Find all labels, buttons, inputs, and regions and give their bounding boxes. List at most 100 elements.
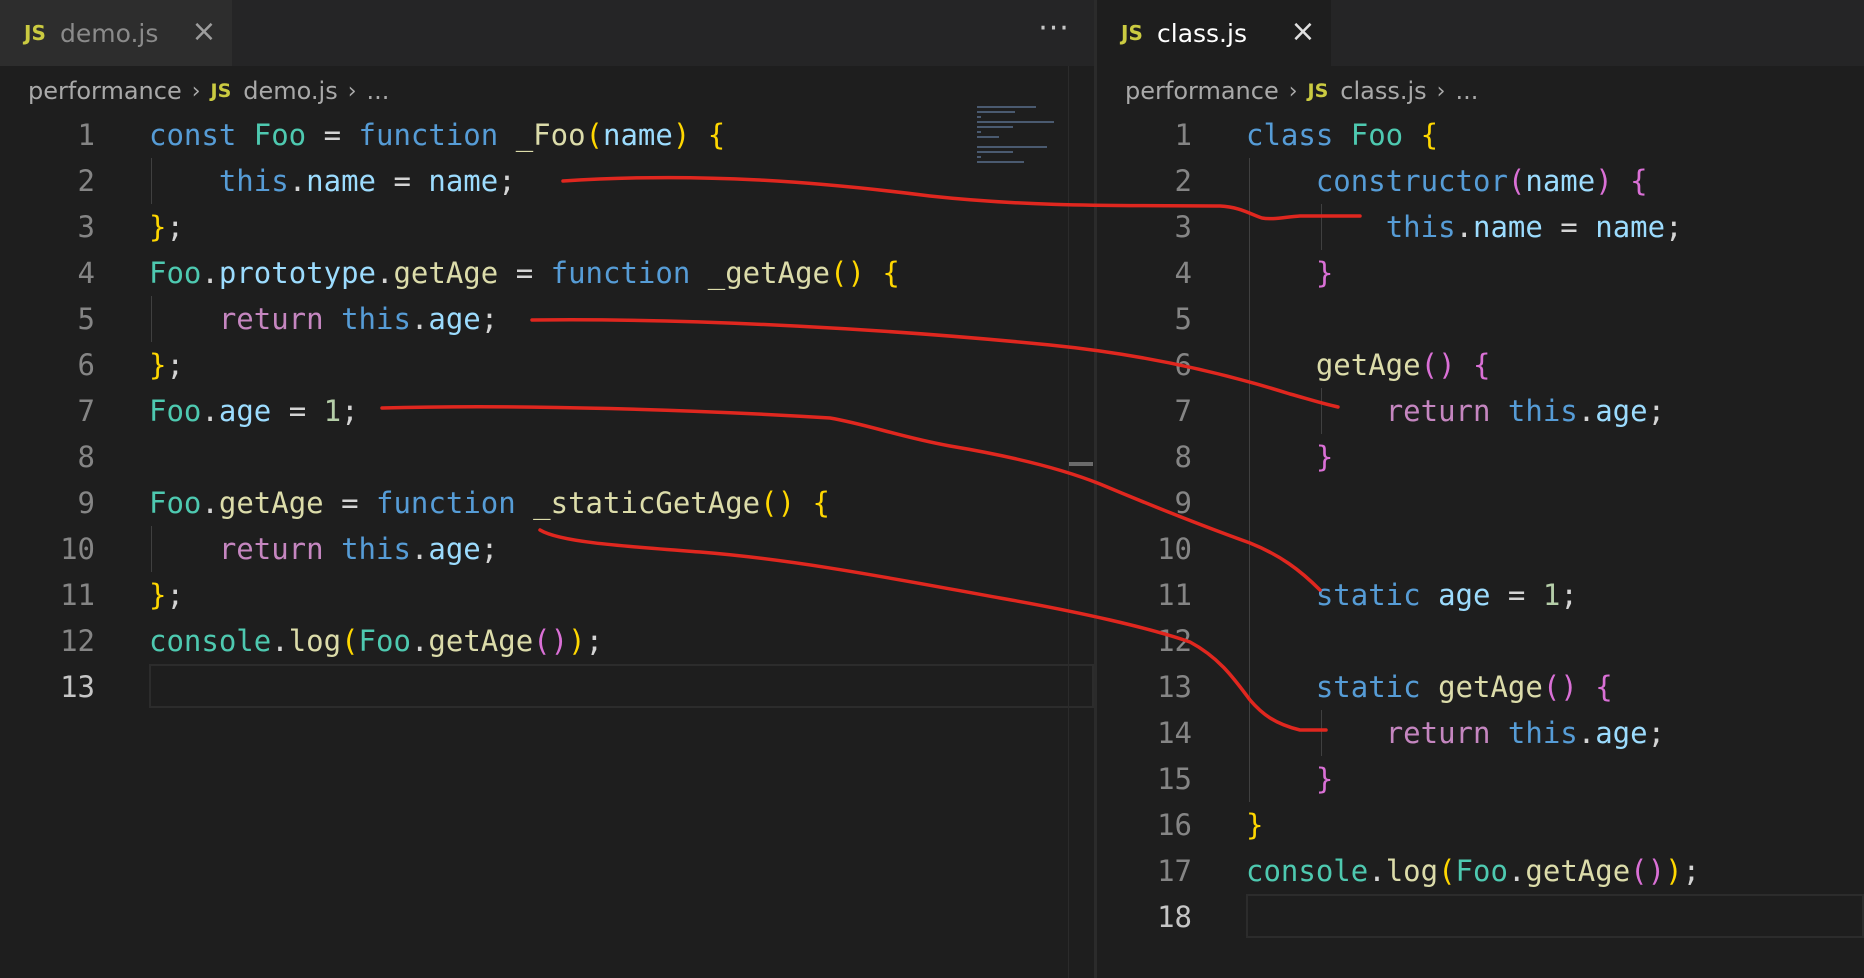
code-token: name <box>1473 210 1543 244</box>
minimap-line <box>977 111 1015 113</box>
line-text: return this.age; <box>1246 388 1665 434</box>
code-token: age <box>1595 716 1648 750</box>
code-line[interactable]: 6 getAge() { <box>1097 342 1864 388</box>
close-icon[interactable]: × <box>186 14 222 50</box>
breadcrumb-symbols[interactable]: ... <box>367 77 390 105</box>
code-line[interactable]: 8 } <box>1097 434 1864 480</box>
code-line[interactable]: 2 constructor(name) { <box>1097 158 1864 204</box>
code-line[interactable]: 6}; <box>0 342 1094 388</box>
code-line[interactable]: 1 const Foo = function _Foo(name) { <box>0 112 1094 158</box>
code-token: ; <box>585 624 604 658</box>
code-line[interactable]: 13 static getAge() { <box>1097 664 1864 710</box>
code-token: getAge <box>428 624 534 658</box>
code-token: getAge <box>1525 854 1631 888</box>
indent-guide <box>151 296 152 342</box>
right-editor-group: JS class.js × performance › JS class.js … <box>1097 0 1864 978</box>
code-line[interactable]: 7 Foo.age = 1; <box>0 388 1094 434</box>
code-line[interactable]: 10 <box>1097 526 1864 572</box>
code-token: ; <box>166 578 184 612</box>
minimap[interactable] <box>977 106 1077 166</box>
code-token: () <box>1630 854 1666 888</box>
scrollbar-thumb[interactable] <box>1069 462 1093 466</box>
line-number: 18 <box>1157 900 1192 934</box>
code-line[interactable]: 13 <box>0 664 1094 710</box>
code-line[interactable]: 5 <box>1097 296 1864 342</box>
code-editor[interactable]: 1 const Foo = function _Foo(name) {2 this… <box>0 112 1094 710</box>
code-line[interactable]: 1 class Foo { <box>1097 112 1864 158</box>
code-token: ( <box>1507 164 1526 198</box>
code-token: log <box>1385 854 1439 888</box>
code-line[interactable]: 3}; <box>0 204 1094 250</box>
line-number: 13 <box>60 670 95 704</box>
breadcrumb-folder[interactable]: performance <box>28 77 182 105</box>
close-icon[interactable]: × <box>1285 14 1321 50</box>
code-line[interactable]: 16} <box>1097 802 1864 848</box>
code-line[interactable]: 7 return this.age; <box>1097 388 1864 434</box>
code-editor[interactable]: 1 class Foo {2 constructor(name) {3 this.… <box>1097 112 1864 940</box>
code-line[interactable]: 12 console.log(Foo.getAge()); <box>0 618 1094 664</box>
line-text: } <box>1246 802 1263 848</box>
code-line[interactable]: 10 return this.age; <box>0 526 1094 572</box>
js-file-icon: JS <box>1307 80 1329 102</box>
code-line[interactable]: 12 <box>1097 618 1864 664</box>
line-number: 4 <box>77 256 95 290</box>
vertical-scrollbar[interactable] <box>1068 66 1095 978</box>
minimap-line <box>977 106 1037 108</box>
code-line[interactable]: 4 } <box>1097 250 1864 296</box>
code-token: log <box>288 624 342 658</box>
breadcrumb-folder[interactable]: performance <box>1125 77 1279 105</box>
line-number: 6 <box>1174 348 1192 382</box>
code-line[interactable]: 15 } <box>1097 756 1864 802</box>
code-line[interactable]: 11}; <box>0 572 1094 618</box>
code-line[interactable]: 4 Foo.prototype.getAge = function _getAge… <box>0 250 1094 296</box>
tab-class-js[interactable]: JS class.js × <box>1097 0 1331 66</box>
line-text: }; <box>149 342 184 388</box>
js-file-icon: JS <box>1121 21 1143 45</box>
code-line[interactable]: 3 this.name = name; <box>1097 204 1864 250</box>
current-line-highlight <box>1246 894 1864 938</box>
line-text: static getAge() { <box>1246 664 1613 710</box>
code-line[interactable]: 9 Foo.getAge = function _staticGetAge() { <box>0 480 1094 526</box>
code-line[interactable]: 17 console.log(Foo.getAge()); <box>1097 848 1864 894</box>
code-line[interactable]: 5 return this.age; <box>0 296 1094 342</box>
chevron-right-icon: › <box>1436 78 1446 104</box>
code-token: function <box>550 256 708 290</box>
breadcrumb-file[interactable]: demo.js <box>243 77 337 105</box>
line-text: Foo.prototype.getAge = function _getAge(… <box>149 250 900 296</box>
code-token: () <box>1542 670 1578 704</box>
code-token: } <box>149 348 167 382</box>
more-actions-icon[interactable]: ··· <box>1032 14 1076 50</box>
breadcrumb-symbols[interactable]: ... <box>1455 77 1478 105</box>
code-token: ; <box>1560 578 1578 612</box>
chevron-right-icon: › <box>347 78 357 104</box>
line-number: 13 <box>1157 670 1192 704</box>
code-token: . <box>271 624 289 658</box>
code-token: ; <box>1665 210 1683 244</box>
code-line[interactable]: 9 <box>1097 480 1864 526</box>
code-line[interactable]: 8 <box>0 434 1094 480</box>
breadcrumb-file[interactable]: class.js <box>1340 77 1426 105</box>
code-token: getAge <box>1315 348 1421 382</box>
tab-demo-js[interactable]: JS demo.js × <box>0 0 232 66</box>
code-line[interactable]: 11 static age = 1; <box>1097 572 1864 618</box>
code-token: this <box>218 164 289 198</box>
line-number: 3 <box>1174 210 1192 244</box>
code-line[interactable]: 18 <box>1097 894 1864 940</box>
left-tab-bar: JS demo.js × ··· <box>0 0 1094 66</box>
code-token: ; <box>1647 394 1666 428</box>
code-token: age <box>218 394 272 428</box>
code-token: { <box>707 118 726 152</box>
code-token: { <box>1595 670 1613 704</box>
code-line[interactable]: 2 this.name = name; <box>0 158 1094 204</box>
code-line[interactable]: 14 return this.age; <box>1097 710 1864 756</box>
code-token: . <box>201 486 219 520</box>
line-number: 2 <box>77 164 95 198</box>
code-token: = <box>271 394 324 428</box>
line-number: 8 <box>1174 440 1192 474</box>
